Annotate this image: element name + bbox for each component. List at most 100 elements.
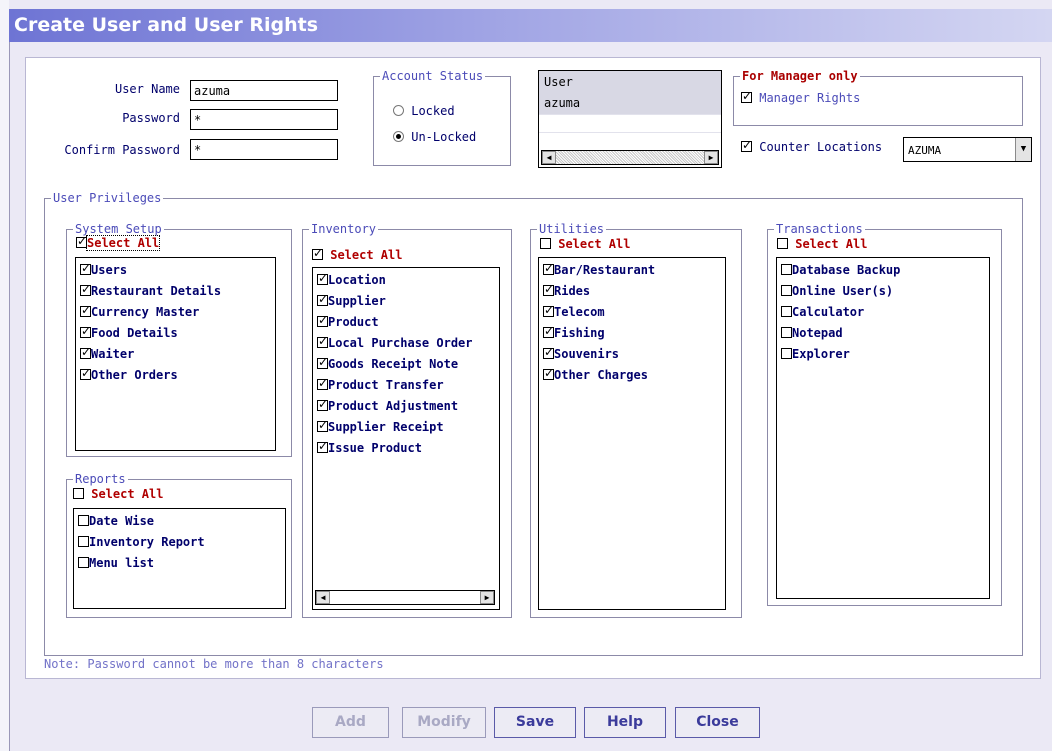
transactions-legend: Transactions [774,222,865,236]
list-item[interactable]: Bar/Restaurant [543,261,655,277]
scroll-right-icon[interactable]: ▶ [704,151,718,164]
list-item[interactable]: Product [317,313,379,329]
checkbox-unchecked-icon [540,238,551,249]
reports-list[interactable]: Date Wise Inventory Report Menu list [73,508,286,609]
list-item[interactable]: Other Orders [80,366,178,382]
checkbox-checked-icon [543,282,554,296]
select-all-label: Select All [91,487,164,501]
inventory-list[interactable]: Location Supplier Product Local Purchase… [312,267,500,610]
scroll-track[interactable] [330,591,480,604]
list-item[interactable]: Waiter [80,345,135,361]
list-item[interactable]: Restaurant Details [80,282,221,298]
checkbox-unchecked-icon [78,536,89,547]
window-left-edge [0,0,9,751]
list-item-label: Product [328,315,379,329]
scroll-left-icon[interactable]: ◀ [542,151,556,164]
checkbox-checked-icon [543,303,554,317]
scroll-right-icon[interactable]: ▶ [480,591,494,604]
user-list[interactable]: User azuma ◀ ▶ [538,70,722,168]
list-item[interactable]: Product Transfer [317,376,444,392]
counter-locations-checkbox[interactable]: Counter Locations [741,138,882,154]
checkbox-unchecked-icon [781,327,792,338]
list-item-label: Supplier Receipt [328,420,444,434]
checkbox-checked-icon [80,366,91,380]
list-item[interactable]: Calculator [781,305,864,319]
list-item-label: Supplier [328,294,386,308]
add-button[interactable]: Add [312,707,389,738]
help-button[interactable]: Help [584,707,666,738]
list-item[interactable]: Souvenirs [543,345,619,361]
list-item[interactable]: Date Wise [78,514,154,528]
select-all-label: Select All [795,237,868,251]
scroll-track[interactable] [556,151,704,164]
user-list-header: User [539,71,721,94]
user-list-row[interactable]: azuma [539,93,721,114]
list-item[interactable]: Product Adjustment [317,397,458,413]
utilities-select-all[interactable]: Select All [540,237,630,251]
list-item[interactable]: Rides [543,282,590,298]
reports-select-all[interactable]: Select All [73,487,163,501]
list-item[interactable]: Location [317,271,386,287]
transactions-select-all[interactable]: Select All [777,237,867,251]
list-item-label: Online User(s) [792,284,894,298]
list-item[interactable]: Online User(s) [781,284,893,298]
list-item[interactable]: Users [80,261,128,277]
checkbox-unchecked-icon [781,348,792,359]
list-item[interactable]: Inventory Report [78,535,205,549]
counter-location-select[interactable]: AZUMA ▼ [903,137,1032,162]
list-item[interactable]: Currency Master [80,303,200,319]
checkbox-checked-icon [317,334,328,348]
list-item[interactable]: Telecom [543,303,605,319]
password-input[interactable]: * [190,109,338,130]
list-item-label: Other Charges [554,368,648,382]
password-label: Password [122,111,180,125]
locked-radio[interactable]: Locked [393,104,455,118]
checkbox-unchecked-icon [777,238,788,249]
list-item-label: Currency Master [91,305,200,319]
unlocked-radio[interactable]: Un-Locked [393,130,476,144]
list-item[interactable]: Supplier Receipt [317,418,444,434]
list-item[interactable]: Food Details [80,324,178,340]
user-list-hscrollbar[interactable]: ◀ ▶ [541,150,719,165]
list-item[interactable]: Fishing [543,324,605,340]
list-item-label: Date Wise [89,514,155,528]
list-item-label: Local Purchase Order [328,336,473,350]
list-item-label: Users [91,263,128,277]
list-item[interactable]: Database Backup [781,263,900,277]
close-button[interactable]: Close [675,707,760,738]
chevron-down-icon[interactable]: ▼ [1015,138,1031,161]
row-divider [539,114,721,115]
confirm-password-input[interactable]: * [190,139,338,160]
checkbox-checked-icon [312,246,323,260]
list-item[interactable]: Goods Receipt Note [317,355,459,371]
checkbox-checked-icon [317,439,328,453]
username-label: User Name [114,82,180,96]
list-item[interactable]: Notepad [781,326,843,340]
inventory-select-all[interactable]: Select All [312,246,402,262]
utilities-legend: Utilities [537,222,607,236]
system-setup-select-all[interactable]: Select All [76,234,161,251]
inventory-hscrollbar[interactable]: ◀ ▶ [315,590,495,605]
list-item[interactable]: Other Charges [543,366,648,382]
scroll-left-icon[interactable]: ◀ [316,591,330,604]
transactions-list[interactable]: Database Backup Online User(s) Calculato… [776,257,990,599]
list-item[interactable]: Menu list [78,556,154,570]
manager-rights-checkbox[interactable]: Manager Rights [741,89,860,105]
system-setup-list[interactable]: Users Restaurant Details Currency Master… [75,257,276,451]
list-item-label: Fishing [554,326,605,340]
checkbox-unchecked-icon [78,515,89,526]
username-input[interactable]: azuma [190,80,338,101]
list-item[interactable]: Local Purchase Order [317,334,473,350]
save-button[interactable]: Save [494,707,576,738]
list-item[interactable]: Issue Product [317,439,422,455]
utilities-list[interactable]: Bar/Restaurant Rides Telecom Fishing Sou… [538,257,726,610]
modify-button[interactable]: Modify [402,707,486,738]
list-item-label: Goods Receipt Note [328,357,459,371]
list-item-label: Waiter [91,347,135,361]
checkbox-unchecked-icon [781,285,792,296]
checkbox-checked-icon [543,366,554,380]
list-item[interactable]: Supplier [317,292,386,308]
list-item[interactable]: Explorer [781,347,850,361]
radio-selected-icon [393,131,404,142]
list-item-label: Menu list [89,556,155,570]
